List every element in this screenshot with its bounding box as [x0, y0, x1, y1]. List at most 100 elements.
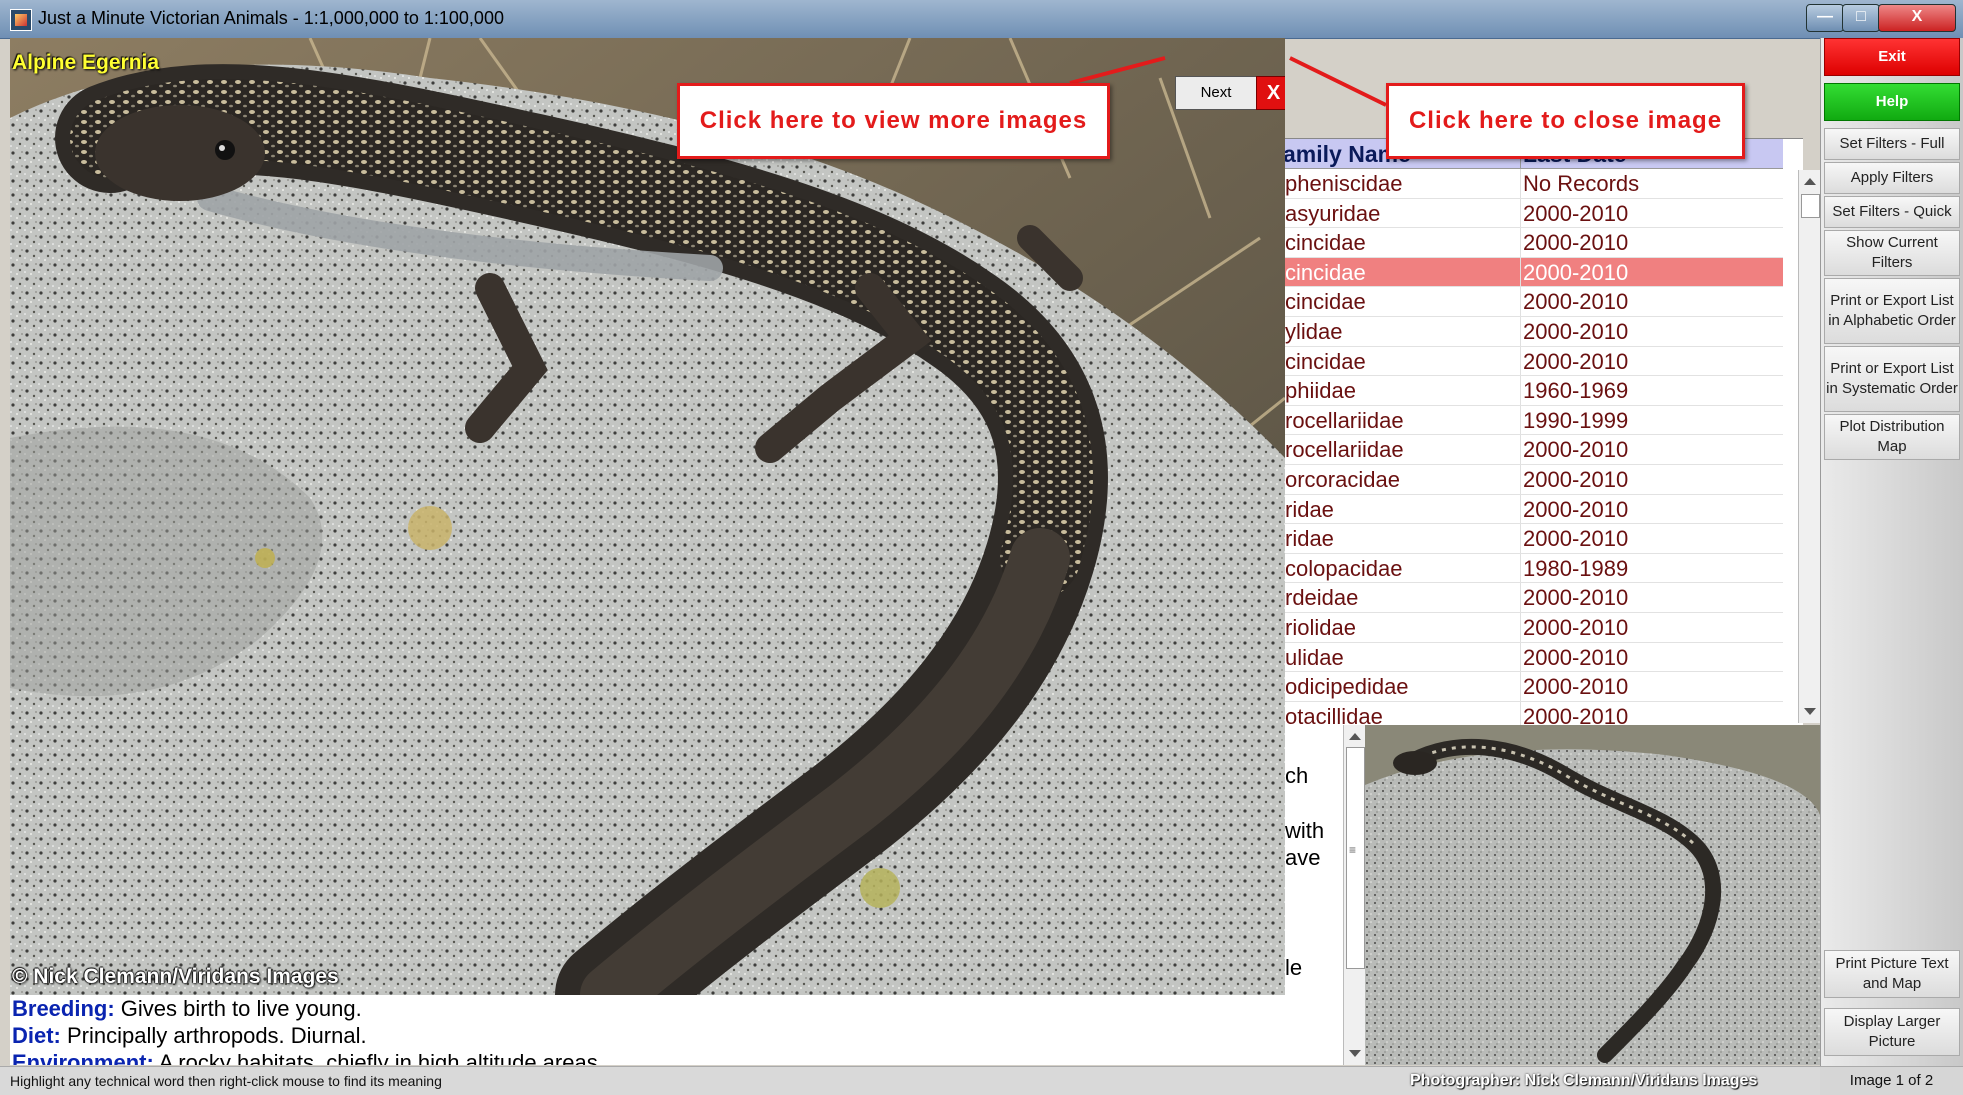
table-row[interactable]: ulidae 2000-2010: [1283, 642, 1783, 673]
plot-distribution-map-button[interactable]: Plot Distribution Map: [1824, 414, 1960, 460]
column-divider: [1520, 316, 1521, 346]
table-rows: pheniscidae No Records asyuridae 2000-2010 c…: [1283, 169, 1783, 726]
family-name-cell: ridae: [1285, 496, 1334, 522]
lizard-photo: [10, 38, 1285, 995]
command-sidebar: Exit Help Set Filters - Full Apply Filte…: [1820, 38, 1963, 1094]
last-date-cell: 2000-2010: [1523, 466, 1629, 492]
family-name-cell: rdeidae: [1285, 585, 1359, 611]
column-divider: [1520, 583, 1521, 612]
last-date-cell: 2000-2010: [1523, 526, 1629, 552]
last-date-cell: No Records: [1523, 171, 1640, 196]
family-name-cell: rocellariidae: [1285, 437, 1404, 463]
status-hint: Highlight any technical word then right-…: [10, 1073, 442, 1089]
display-larger-picture-button[interactable]: Display Larger Picture: [1824, 1008, 1960, 1056]
description-fragment: ch: [1285, 763, 1309, 788]
last-date-cell: 2000-2010: [1523, 614, 1629, 640]
family-name-cell: asyuridae: [1285, 200, 1381, 226]
environment-label: Environment:: [12, 1050, 154, 1065]
family-name-cell: orcoracidae: [1285, 466, 1400, 492]
window-title: Just a Minute Victorian Animals - 1:1,00…: [38, 8, 504, 28]
scroll-down-arrow-icon[interactable]: [1804, 708, 1816, 715]
minimize-button[interactable]: —: [1806, 4, 1844, 32]
family-table: amily Name Last Date pheniscidaeNo Recor…: [1283, 138, 1803, 726]
table-row[interactable]: cincidae 2000-2010: [1283, 287, 1783, 317]
family-name-cell: otacillidae: [1285, 703, 1383, 726]
column-divider: [1520, 553, 1521, 583]
thumbnail-photo[interactable]: [1365, 725, 1820, 1065]
column-divider: [1520, 257, 1521, 287]
close-image-button[interactable]: X: [1256, 76, 1285, 110]
family-name-cell: cincidae: [1285, 230, 1366, 256]
column-divider: [1520, 405, 1521, 435]
table-row[interactable]: riolidae 2000-2010: [1283, 612, 1783, 643]
last-date-cell: 1960-1969: [1523, 378, 1629, 404]
species-title: Alpine Egernia: [12, 51, 160, 74]
image-counter: Image 1 of 2: [1820, 1066, 1963, 1095]
last-date-cell: 2000-2010: [1523, 437, 1629, 463]
column-divider: [1520, 346, 1521, 376]
table-row[interactable]: asyuridae 2000-2010: [1283, 198, 1783, 229]
column-divider: [1520, 672, 1521, 701]
table-row[interactable]: rdeidae 2000-2010: [1283, 583, 1783, 613]
environment-text: A rocky habitats, chiefly in high altitu…: [153, 1050, 604, 1065]
family-name-cell: cincidae: [1285, 348, 1366, 374]
table-row[interactable]: phiidae 1960-1969: [1283, 376, 1783, 406]
description-fragment: le: [1285, 955, 1303, 980]
breeding-text: Gives birth to live young.: [114, 996, 362, 1021]
table-row[interactable]: ridae 2000-2010: [1283, 524, 1783, 554]
callout-view-more-images: Click here to view more images: [677, 83, 1110, 159]
scroll-thumb[interactable]: [1801, 194, 1820, 218]
family-name-cell: odicipedidae: [1285, 674, 1409, 700]
last-date-cell: 2000-2010: [1523, 348, 1629, 374]
window-close-button[interactable]: X: [1878, 4, 1956, 32]
image-popup[interactable]: Alpine Egernia © Nick Clemann/Viridans I…: [10, 38, 1285, 995]
scroll-up-arrow-icon[interactable]: [1349, 733, 1361, 740]
set-filters-full-button[interactable]: Set Filters - Full: [1824, 128, 1960, 160]
print-systematic-button[interactable]: Print or Export List in Systematic Order: [1824, 346, 1960, 412]
table-scrollbar[interactable]: [1798, 170, 1821, 723]
table-row[interactable]: ridae 2000-2010: [1283, 494, 1783, 525]
last-date-cell: 2000-2010: [1523, 674, 1629, 700]
family-name-cell: cincidae: [1285, 289, 1366, 315]
description-fragment: ave: [1285, 845, 1321, 870]
table-row[interactable]: ylidae 2000-2010: [1283, 316, 1783, 347]
family-name-cell: ulidae: [1285, 644, 1344, 670]
description-scrollbar[interactable]: ≡: [1343, 725, 1366, 1065]
next-image-button[interactable]: Next: [1175, 76, 1257, 110]
scroll-grip-icon: ≡: [1349, 843, 1357, 857]
scroll-down-arrow-icon[interactable]: [1349, 1050, 1361, 1057]
scroll-up-arrow-icon[interactable]: [1804, 178, 1816, 185]
breeding-label: Breeding:: [12, 996, 115, 1021]
table-row[interactable]: cincidae 2000-2010: [1283, 257, 1783, 288]
table-row[interactable]: otacillidae 2000-2010: [1283, 701, 1783, 726]
family-name-cell: cincidae: [1285, 259, 1366, 285]
last-date-cell: 2000-2010: [1523, 644, 1629, 670]
maximize-button[interactable]: □: [1842, 4, 1880, 32]
table-row[interactable]: pheniscidae No Records: [1283, 169, 1783, 199]
column-divider: [1520, 701, 1521, 726]
print-alphabetic-button[interactable]: Print or Export List in Alphabetic Order: [1824, 278, 1960, 344]
table-row[interactable]: cincidae 2000-2010: [1283, 228, 1783, 258]
table-row[interactable]: rocellariidae 2000-2010: [1283, 435, 1783, 465]
window-title-bar[interactable]: Just a Minute Victorian Animals - 1:1,00…: [0, 0, 1963, 39]
column-divider: [1520, 376, 1521, 405]
family-name-cell: rocellariidae: [1285, 407, 1404, 433]
column-divider: [1520, 464, 1521, 494]
family-name-cell: riolidae: [1285, 614, 1356, 640]
diet-line: Diet: Principally arthropods. Diurnal.: [12, 1023, 367, 1049]
set-filters-quick-button[interactable]: Set Filters - Quick: [1824, 196, 1960, 228]
table-row[interactable]: rocellariidae 1990-1999: [1283, 405, 1783, 436]
table-row[interactable]: cincidae 2000-2010: [1283, 346, 1783, 377]
help-button[interactable]: Help: [1824, 83, 1960, 121]
last-date-cell: 2000-2010: [1523, 289, 1629, 315]
scroll-thumb[interactable]: [1346, 747, 1365, 969]
lizard-thumbnail-image: [1365, 725, 1820, 1065]
species-details[interactable]: Breeding: Gives birth to live young. Die…: [10, 995, 1283, 1065]
apply-filters-button[interactable]: Apply Filters: [1824, 162, 1960, 194]
show-current-filters-button[interactable]: Show Current Filters: [1824, 230, 1960, 276]
table-row[interactable]: colopacidae 1980-1989: [1283, 553, 1783, 584]
table-row[interactable]: orcoracidae 2000-2010: [1283, 464, 1783, 495]
print-picture-text-map-button[interactable]: Print Picture Text and Map: [1824, 950, 1960, 998]
table-row[interactable]: odicipedidae 2000-2010: [1283, 672, 1783, 702]
exit-button[interactable]: Exit: [1824, 38, 1960, 76]
